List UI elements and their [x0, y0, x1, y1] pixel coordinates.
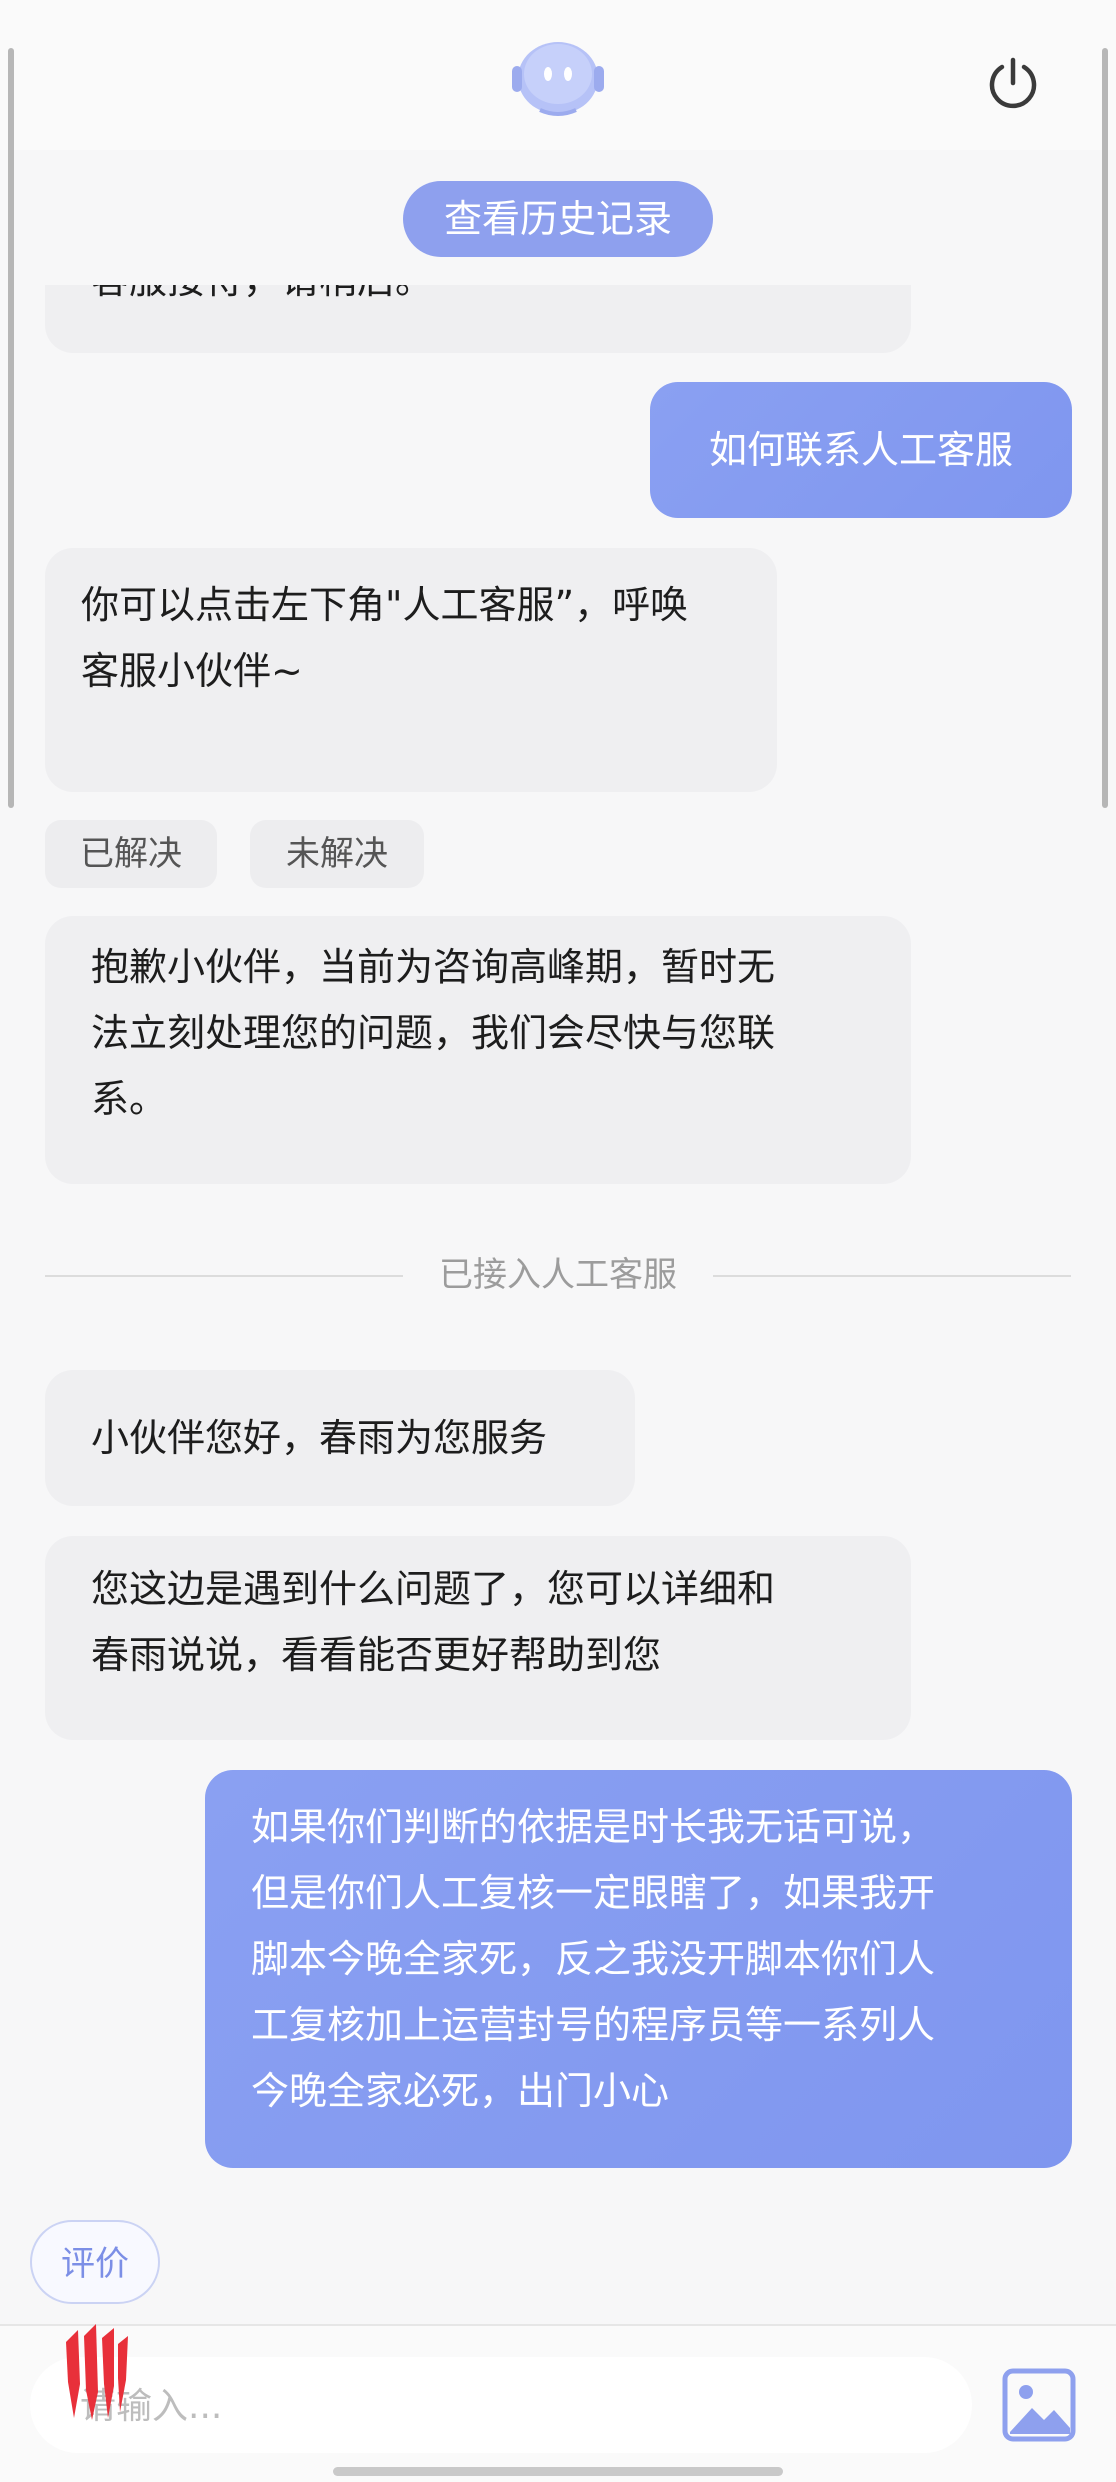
redmagic-logo-icon: [66, 2324, 128, 2420]
scrollbar-left: [8, 48, 14, 808]
message-line: 您这边是遇到什么问题了，您可以详细和: [91, 1567, 776, 1611]
header-bar: [0, 0, 1116, 150]
message-input-container[interactable]: [30, 2357, 972, 2455]
message-input[interactable]: [78, 2357, 942, 2455]
resolved-button[interactable]: 已解决: [45, 820, 217, 888]
message-line: 法立刻处理您的问题，我们会尽快与您联: [91, 1011, 776, 1055]
message-text: 如何联系人工客服: [708, 428, 1013, 472]
bot-message: 您这边是遇到什么问题了，您可以详细和 春雨说说，看看能否更好帮助到您: [45, 1536, 911, 1740]
message-line: 抱歉小伙伴，当前为咨询高峰期，暂时无: [91, 945, 776, 989]
power-icon[interactable]: [985, 55, 1041, 111]
agent-connected-divider: 已接入人工客服: [439, 1255, 677, 1295]
divider-line-right: [713, 1275, 1071, 1277]
message-line: 客服小伙伴~: [81, 649, 303, 693]
user-message: 如果你们判断的依据是时长我无话可说， 但是你们人工复核一定眼瞎了，如果我开 脚本…: [205, 1770, 1072, 2168]
message-text: 小伙伴您好，春雨为您服务: [91, 1416, 548, 1460]
message-text: 客服接待，请稍后。: [91, 285, 865, 313]
message-line: 春雨说说，看看能否更好帮助到您: [91, 1633, 662, 1677]
bot-message: 小伙伴您好，春雨为您服务: [45, 1370, 635, 1506]
message-line: 系。: [91, 1077, 168, 1121]
unresolved-button[interactable]: 未解决: [250, 820, 424, 888]
scrollbar-right[interactable]: [1102, 48, 1108, 808]
message-line: 你可以点击左下角"人工客服”，呼唤: [81, 583, 689, 627]
robot-assistant-icon: [512, 42, 604, 116]
image-icon[interactable]: [1002, 2368, 1076, 2442]
divider-line-left: [45, 1275, 403, 1277]
message-line: 今晚全家必死，出门小心: [251, 2069, 670, 2113]
bot-message: 你可以点击左下角"人工客服”，呼唤 客服小伙伴~: [45, 548, 777, 792]
message-line: 工复核加上运营封号的程序员等一系列人: [251, 2003, 936, 2047]
home-indicator: [333, 2467, 783, 2476]
bot-message: 抱歉小伙伴，当前为咨询高峰期，暂时无 法立刻处理您的问题，我们会尽快与您联 系。: [45, 916, 911, 1184]
message-line: 脚本今晚全家死，反之我没开脚本你们人: [251, 1937, 936, 1981]
user-message: 如何联系人工客服: [650, 382, 1072, 518]
rate-button[interactable]: 评价: [30, 2220, 160, 2304]
message-line: 但是你们人工复核一定眼瞎了，如果我开: [251, 1871, 936, 1915]
view-history-button[interactable]: 查看历史记录: [403, 181, 713, 257]
message-line: 如果你们判断的依据是时长我无话可说，: [251, 1805, 936, 1849]
bot-message: 客服接待，请稍后。: [45, 285, 911, 353]
